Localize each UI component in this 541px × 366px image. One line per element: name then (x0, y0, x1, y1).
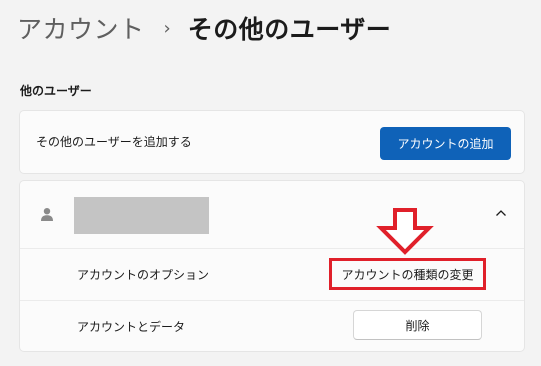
breadcrumb-parent-link[interactable]: アカウント (17, 10, 145, 46)
add-user-card: その他のユーザーを追加する アカウントの追加 (19, 110, 525, 174)
account-options-row: アカウントのオプション アカウントの種類の変更 (20, 249, 524, 301)
highlight-box: アカウントの種類の変更 (329, 258, 486, 290)
delete-button[interactable]: 削除 (353, 310, 482, 340)
add-user-label: その他のユーザーを追加する (36, 135, 192, 149)
account-data-row: アカウントとデータ 削除 (20, 301, 524, 352)
breadcrumb: アカウント › その他のユーザー (17, 8, 391, 48)
user-card: アカウントのオプション アカウントの種類の変更 アカウントとデータ 削除 (19, 180, 525, 352)
down-arrow-icon (376, 208, 434, 255)
account-data-label: アカウントとデータ (77, 320, 186, 334)
add-account-button[interactable]: アカウントの追加 (380, 127, 511, 160)
person-icon (41, 208, 53, 221)
account-options-label: アカウントのオプション (77, 268, 210, 282)
breadcrumb-separator: › (163, 17, 171, 39)
chevron-up-icon[interactable] (495, 208, 507, 218)
section-heading-other-users: 他のユーザー (20, 84, 92, 98)
redacted-user-name (74, 197, 209, 234)
user-card-header[interactable] (20, 181, 524, 249)
page-title: その他のユーザー (187, 15, 392, 44)
change-account-type-button[interactable]: アカウントの種類の変更 (341, 266, 473, 283)
